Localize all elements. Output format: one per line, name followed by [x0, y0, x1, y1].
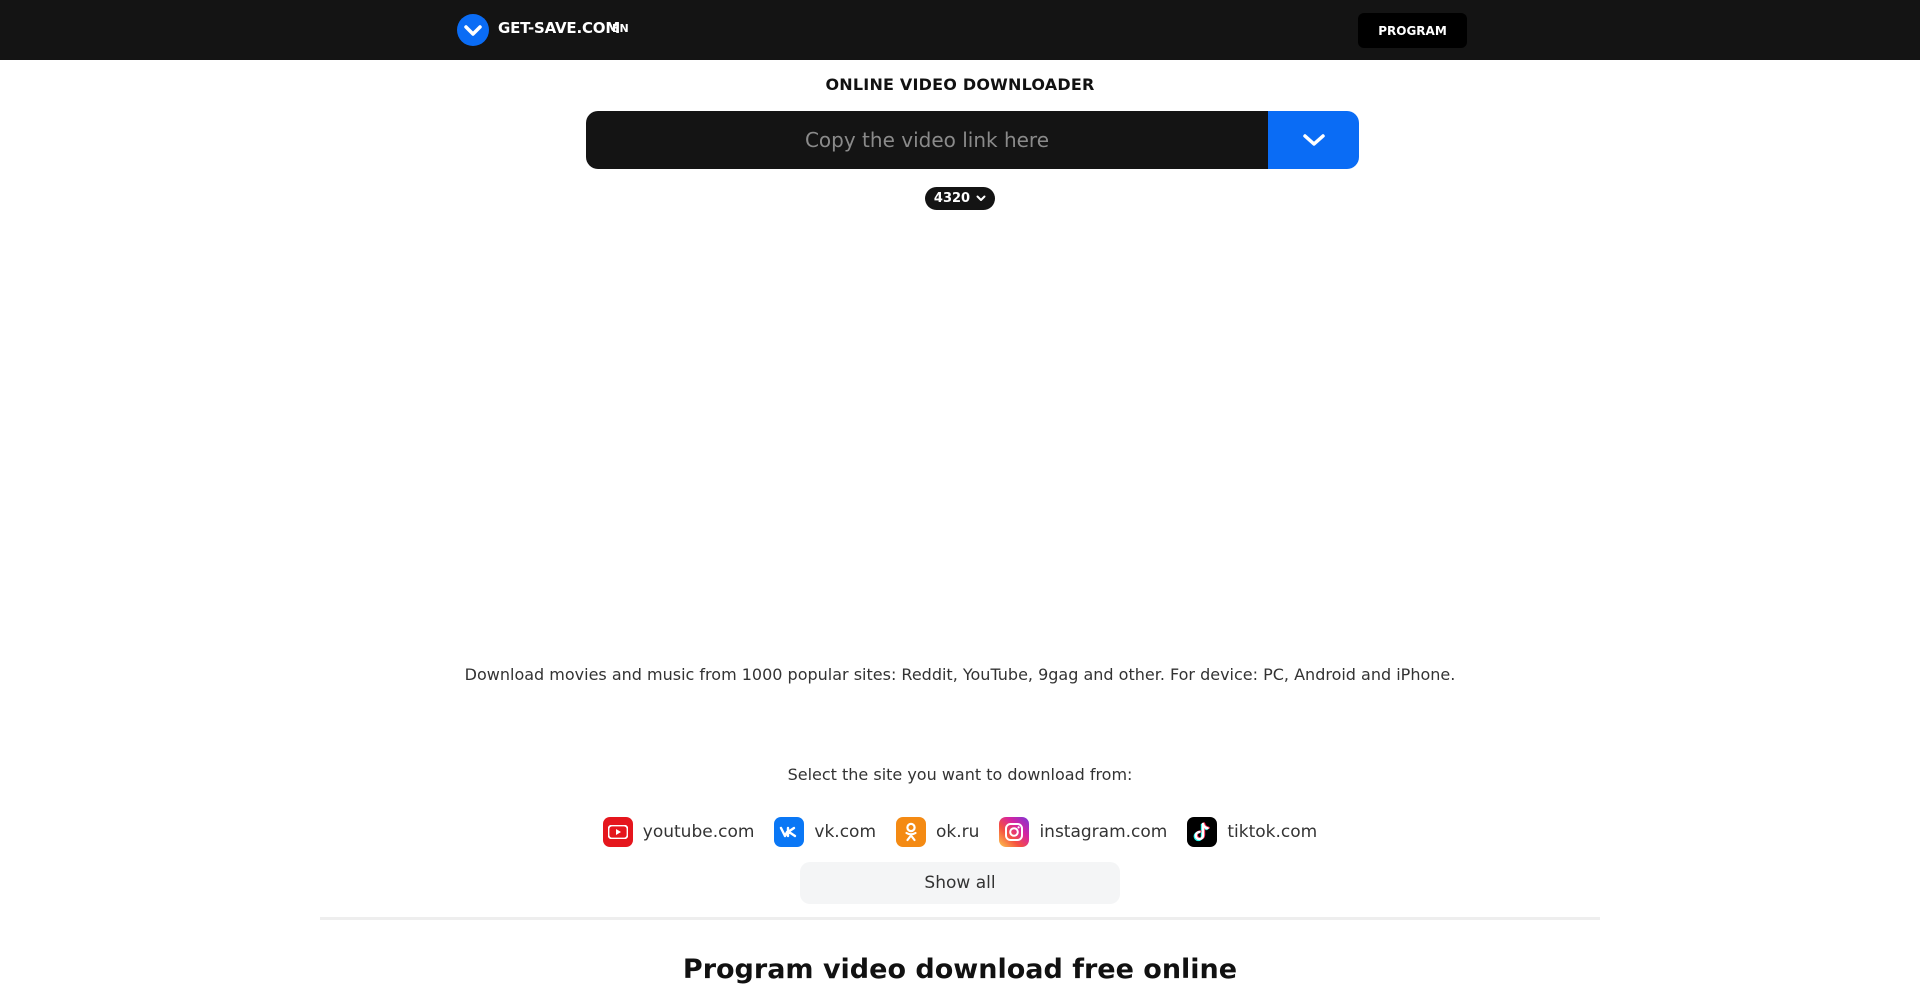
site-description: Download movies and music from 1000 popu…	[464, 665, 1456, 684]
program-button[interactable]: PROGRAM	[1358, 13, 1467, 48]
site-label: tiktok.com	[1227, 822, 1318, 842]
site-label: vk.com	[814, 822, 877, 842]
video-link-input[interactable]	[586, 111, 1268, 169]
ok-icon	[896, 817, 927, 847]
quality-value: 4320	[933, 191, 971, 206]
logo-chevron-icon[interactable]	[457, 14, 489, 46]
site-list: youtube.com vk.com ok.ru instagram.com t…	[0, 817, 1920, 847]
page-title: ONLINE VIDEO DOWNLOADER	[825, 75, 1095, 94]
instagram-icon	[999, 817, 1030, 847]
chevron-down-icon	[976, 195, 986, 201]
url-search-bar	[586, 111, 1359, 169]
site-link-vk[interactable]: vk.com	[774, 817, 876, 847]
chevron-down-icon	[1302, 134, 1325, 146]
language-switcher[interactable]: EN	[612, 22, 629, 35]
tiktok-icon	[1187, 817, 1218, 847]
top-navbar: GET-SAVE.COM EN PROGRAM	[0, 0, 1920, 60]
site-label: ok.ru	[936, 822, 980, 842]
site-label: instagram.com	[1039, 822, 1168, 842]
site-link-ok[interactable]: ok.ru	[896, 817, 979, 847]
site-label: youtube.com	[642, 822, 755, 842]
download-button[interactable]	[1268, 111, 1359, 169]
section-heading: Program video download free online	[682, 954, 1238, 985]
site-link-instagram[interactable]: instagram.com	[999, 817, 1167, 847]
show-all-button[interactable]: Show all	[800, 862, 1120, 904]
section-divider	[320, 917, 1600, 920]
youtube-icon	[602, 817, 633, 847]
site-link-tiktok[interactable]: tiktok.com	[1187, 817, 1317, 847]
vk-icon	[774, 817, 805, 847]
quality-select[interactable]: 4320	[925, 187, 995, 210]
site-link-youtube[interactable]: youtube.com	[602, 817, 755, 847]
logo-text[interactable]: GET-SAVE.COM	[498, 19, 620, 37]
select-site-label: Select the site you want to download fro…	[787, 765, 1133, 784]
